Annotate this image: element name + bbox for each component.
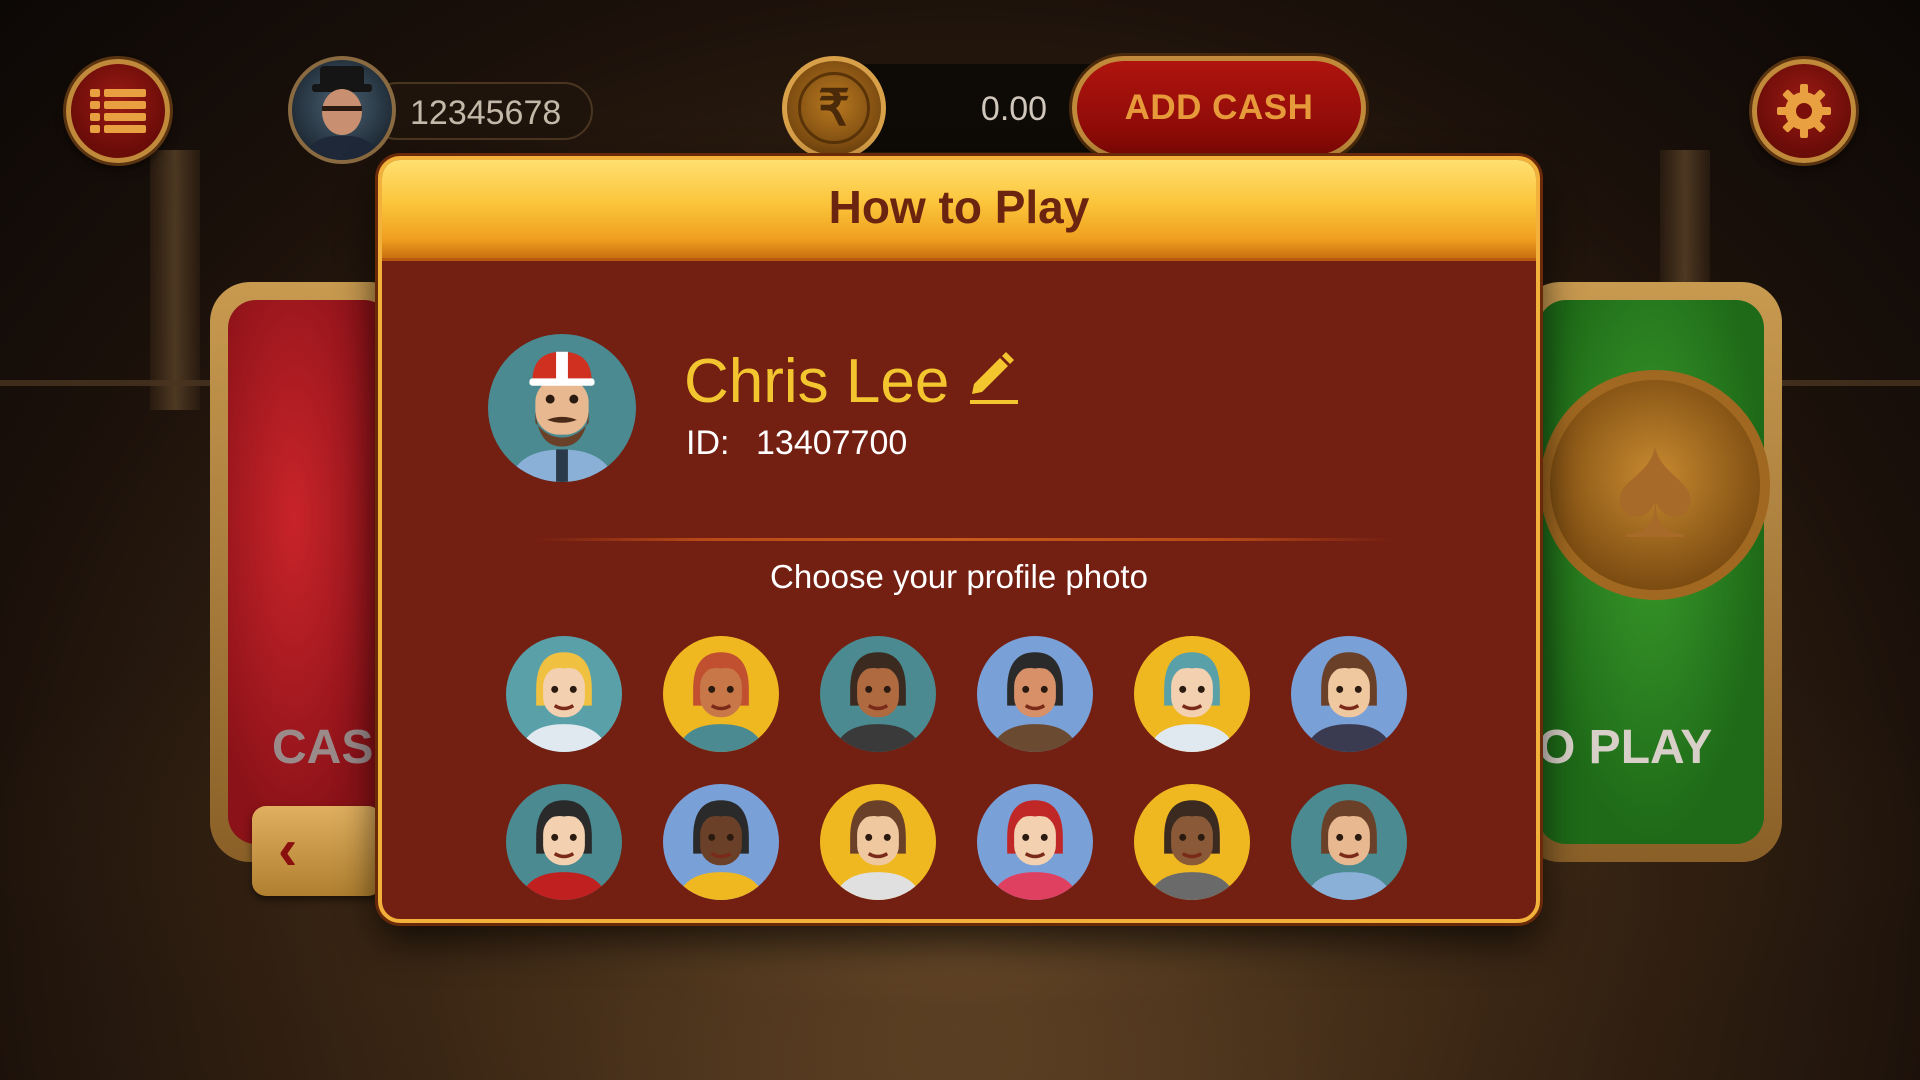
avatar-bearded-man-icon <box>977 636 1093 752</box>
avatar-option[interactable] <box>1291 636 1407 752</box>
profile-dialog: How to Play Chris Lee ID: 13407700 Choos… <box>378 156 1540 923</box>
avatar-option[interactable] <box>1291 784 1407 900</box>
avatar-teal-hair-woman-icon <box>1134 636 1250 752</box>
profile-id-label: ID: <box>686 424 730 462</box>
menu-button[interactable] <box>66 59 170 163</box>
avatar-man-braids-icon <box>1134 784 1250 900</box>
avatar-option[interactable] <box>663 784 779 900</box>
spade-chip-icon: ♠ <box>1540 370 1770 600</box>
profile-avatar <box>488 334 636 482</box>
avatar-option[interactable] <box>506 784 622 900</box>
list-icon <box>90 89 146 133</box>
background-rail <box>1780 380 1920 386</box>
background-column <box>150 150 200 410</box>
avatar-option[interactable] <box>977 784 1093 900</box>
background-rail <box>0 380 220 386</box>
dialog-title: How to Play <box>828 181 1090 233</box>
avatar-option[interactable] <box>820 784 936 900</box>
profile-id-value: 13407700 <box>756 424 908 462</box>
rupee-coin-icon: ₹ <box>782 56 886 160</box>
player-chip[interactable]: 12345678 <box>288 56 606 166</box>
avatar-option[interactable] <box>1134 784 1250 900</box>
profile-name: Chris Lee <box>684 347 950 416</box>
add-cash-button[interactable]: ADD CASH <box>1072 56 1366 160</box>
divider <box>532 538 1392 541</box>
currency-symbol: ₹ <box>798 72 870 144</box>
choose-photo-label: Choose your profile photo <box>770 558 1148 595</box>
avatar-woman-white-hat-icon <box>820 636 936 752</box>
dialog-header: How to Play <box>382 160 1536 261</box>
balance-amount: 0.00 <box>980 90 1048 128</box>
avatar-option[interactable] <box>977 636 1093 752</box>
avatar-redhead-woman-icon <box>977 784 1093 900</box>
settings-button[interactable] <box>1752 59 1856 163</box>
player-id: 12345678 <box>410 94 562 132</box>
game-card-right-label: O PLAY <box>1538 721 1713 774</box>
avatar-woman-bangs-icon <box>506 784 622 900</box>
game-card-left-label: CAS <box>272 721 374 774</box>
avatar-hipster-glasses-icon <box>1291 636 1407 752</box>
player-avatar[interactable] <box>288 56 396 164</box>
chevron-left-icon: ‹ <box>278 817 298 882</box>
avatar-blonde-woman-glasses-icon <box>506 636 622 752</box>
avatar-option[interactable] <box>663 636 779 752</box>
cash-bar: ₹ 0.00 ADD CASH <box>782 56 1368 160</box>
pencil-icon[interactable] <box>960 344 1024 408</box>
avatar-man-teal-hat-icon <box>663 636 779 752</box>
avatar-option[interactable] <box>506 636 622 752</box>
avatar-cap-mustache-icon <box>488 334 636 482</box>
add-cash-label: ADD CASH <box>1124 88 1314 127</box>
gear-icon <box>1777 84 1831 138</box>
avatar-man-yellow-glasses-icon <box>663 784 779 900</box>
avatar-mustache-bowtie-icon <box>820 784 936 900</box>
avatar-option[interactable] <box>1134 636 1250 752</box>
avatar-cap-mustache-icon <box>1291 784 1407 900</box>
player-photo-icon <box>302 66 382 160</box>
avatar-option[interactable] <box>820 636 936 752</box>
